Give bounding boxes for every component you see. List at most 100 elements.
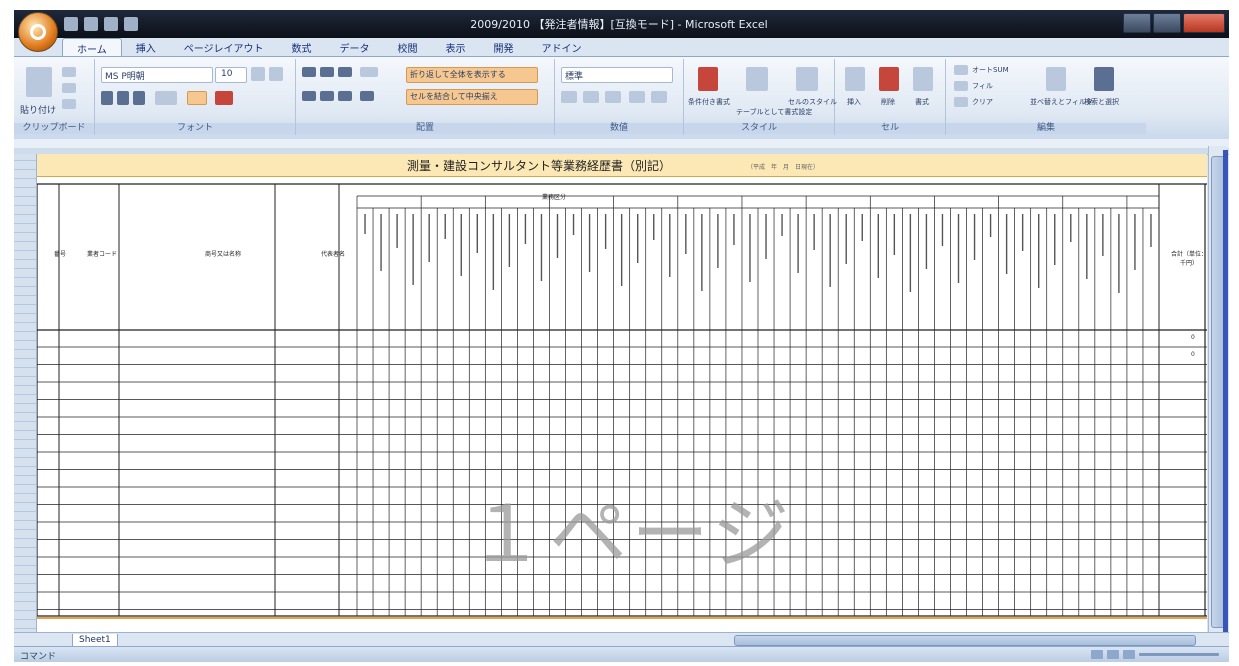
decrease-decimal-icon[interactable] — [651, 91, 667, 103]
formula-bar[interactable] — [14, 139, 1229, 148]
quick-access-toolbar — [64, 15, 138, 33]
format-cells-icon[interactable] — [913, 67, 933, 91]
tab-view[interactable]: 表示 — [432, 38, 480, 56]
header-total: 合計（単位：千円） — [1171, 251, 1208, 267]
grow-font-icon[interactable] — [251, 67, 265, 81]
office-button[interactable] — [18, 12, 58, 52]
header-company: 商号又は名称 — [205, 251, 242, 258]
page-break-line — [37, 617, 1207, 619]
header-no: 番号 — [54, 251, 67, 258]
find-select-label[interactable]: 検索と選択 — [1084, 97, 1119, 107]
sort-filter-icon[interactable] — [1046, 67, 1066, 91]
format-painter-icon[interactable] — [62, 99, 76, 109]
delete-cells-icon[interactable] — [879, 67, 899, 91]
comma-icon[interactable] — [605, 91, 621, 103]
fill-icon[interactable] — [954, 81, 968, 91]
styles-group: 条件付き書式 テーブルとして書式設定 セルのスタイル スタイル — [684, 59, 837, 135]
undo-icon[interactable] — [84, 17, 98, 31]
number-group-label: 数値 — [555, 123, 683, 134]
tab-developer[interactable]: 開発 — [480, 38, 528, 56]
page-break-view-icon[interactable] — [1123, 650, 1135, 659]
format-as-table-label[interactable]: テーブルとして書式設定 — [736, 107, 812, 117]
zoom-slider[interactable] — [1139, 653, 1219, 656]
tab-insert[interactable]: 挿入 — [122, 38, 170, 56]
page-layout-view-icon[interactable] — [1107, 650, 1119, 659]
title-bar: 2009/2010 【発注者情報】[互換モード] - Microsoft Exc… — [14, 10, 1229, 38]
tab-addins[interactable]: アドイン — [528, 38, 596, 56]
tab-data[interactable]: データ — [326, 38, 384, 56]
align-right-icon[interactable] — [338, 91, 352, 101]
paste-label[interactable]: 貼り付け — [20, 103, 56, 116]
find-select-icon[interactable] — [1094, 67, 1114, 91]
tab-page-layout[interactable]: ページレイアウト — [170, 38, 278, 56]
align-middle-icon[interactable] — [320, 67, 334, 77]
status-bar: コマンド — [14, 646, 1229, 662]
align-center-icon[interactable] — [320, 91, 334, 101]
styles-group-label: スタイル — [684, 123, 834, 134]
editing-group-label: 編集 — [946, 123, 1146, 134]
window-title: 2009/2010 【発注者情報】[互換モード] - Microsoft Exc… — [470, 18, 768, 31]
save-icon[interactable] — [64, 17, 78, 31]
maximize-button[interactable] — [1153, 13, 1181, 33]
horizontal-scroll-thumb[interactable] — [734, 635, 1196, 646]
clear-label[interactable]: クリア — [972, 97, 993, 107]
close-button[interactable] — [1183, 13, 1225, 33]
wrap-text-label: 折り返して全体を表示する — [410, 70, 506, 79]
align-left-icon[interactable] — [302, 91, 316, 101]
italic-icon[interactable] — [117, 91, 129, 105]
clipboard-group-label: クリップボード — [14, 123, 94, 134]
underline-icon[interactable] — [133, 91, 145, 105]
border-icon[interactable] — [155, 91, 177, 105]
insert-cells-icon[interactable] — [845, 67, 865, 91]
normal-view-icon[interactable] — [1091, 650, 1103, 659]
sheet-tab-bar: Sheet1 — [14, 632, 1229, 647]
currency-icon[interactable] — [561, 91, 577, 103]
format-as-table-icon[interactable] — [746, 67, 768, 91]
page-border — [1223, 150, 1228, 646]
font-group: MS P明朝 10 フォント — [95, 59, 296, 135]
tab-home[interactable]: ホーム — [62, 38, 122, 57]
row-header[interactable] — [14, 154, 37, 646]
shrink-font-icon[interactable] — [269, 67, 283, 81]
autosum-icon[interactable] — [954, 65, 968, 75]
paste-icon[interactable] — [26, 67, 52, 97]
align-top-icon[interactable] — [302, 67, 316, 77]
insert-cells-label[interactable]: 挿入 — [847, 97, 861, 107]
clipboard-group: 貼り付け クリップボード — [14, 59, 95, 135]
fill-label[interactable]: フィル — [972, 81, 993, 91]
tab-review[interactable]: 校閲 — [384, 38, 432, 56]
copy-icon[interactable] — [62, 83, 76, 93]
format-cells-label[interactable]: 書式 — [915, 97, 929, 107]
clear-icon[interactable] — [954, 97, 968, 107]
percent-icon[interactable] — [583, 91, 599, 103]
increase-decimal-icon[interactable] — [629, 91, 645, 103]
conditional-format-label[interactable]: 条件付き書式 — [688, 97, 730, 107]
fill-color-icon[interactable] — [187, 91, 207, 105]
ribbon-tabs: ホーム 挿入 ページレイアウト 数式 データ 校閲 表示 開発 アドイン — [62, 38, 596, 57]
excel-window: 2009/2010 【発注者情報】[互換モード] - Microsoft Exc… — [14, 10, 1229, 662]
cell-styles-label[interactable]: セルのスタイル — [788, 97, 837, 107]
orientation-icon[interactable] — [360, 67, 378, 77]
font-color-icon[interactable] — [215, 91, 233, 105]
conditional-format-icon[interactable] — [698, 67, 718, 91]
cut-icon[interactable] — [62, 67, 76, 77]
bold-icon[interactable] — [101, 91, 113, 105]
editing-group: オートSUM フィル クリア 並べ替えとフィルタ 検索と選択 編集 — [946, 59, 1146, 135]
window-controls — [1123, 13, 1225, 33]
status-text: コマンド — [20, 652, 57, 662]
font-name-value: MS P明朝 — [105, 72, 145, 82]
header-group: 業務区分 — [542, 194, 567, 201]
header-code: 業者コード — [87, 251, 118, 258]
delete-cells-label[interactable]: 削除 — [881, 97, 895, 107]
customize-icon[interactable] — [124, 17, 138, 31]
number-format-value: 標準 — [565, 72, 584, 82]
align-bottom-icon[interactable] — [338, 67, 352, 77]
tab-formulas[interactable]: 数式 — [278, 38, 326, 56]
autosum-label[interactable]: オートSUM — [972, 65, 1009, 75]
worksheet[interactable]: 測量・建設コンサルタント等業務経歴書（別記） （平成 年 月 日現在） 番号 業… — [37, 154, 1207, 646]
minimize-button[interactable] — [1123, 13, 1151, 33]
redo-icon[interactable] — [104, 17, 118, 31]
total-value-2: 0 — [1191, 351, 1195, 358]
indent-icon[interactable] — [360, 91, 374, 101]
cell-styles-icon[interactable] — [796, 67, 818, 91]
